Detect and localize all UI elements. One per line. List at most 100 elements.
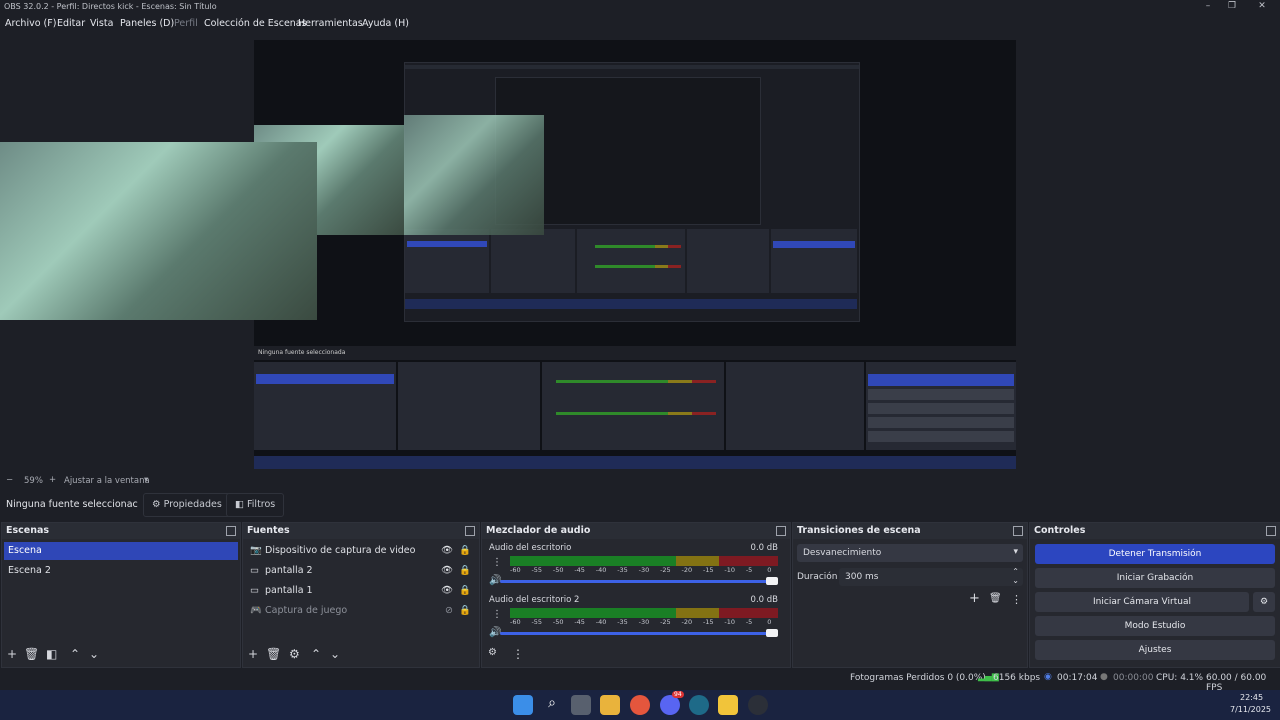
filter-icon: ◧	[235, 499, 244, 510]
source-name: Captura de juego	[265, 605, 348, 616]
scene-item[interactable]: Escena	[4, 542, 238, 560]
menu-scene-collection[interactable]: Colección de Escenas	[204, 18, 307, 29]
source-item[interactable]: ▭ pantalla 2 👁 🔒	[245, 562, 477, 580]
undock-icon[interactable]	[226, 526, 236, 536]
kebab-icon[interactable]: ⋮	[492, 609, 502, 620]
eye-icon[interactable]: 👁	[441, 562, 453, 580]
chevron-up-icon[interactable]: ⌃	[70, 647, 80, 661]
eye-icon[interactable]: 👁	[441, 542, 453, 560]
volume-slider[interactable]	[500, 577, 778, 585]
menu-help[interactable]: Ayuda (H)	[362, 18, 409, 29]
undock-icon[interactable]	[1266, 526, 1276, 536]
bitrate: 6156 kbps	[993, 673, 1041, 683]
trash-icon[interactable]: 🗑	[266, 647, 281, 661]
transition-select[interactable]: Desvanecimiento ▾	[797, 544, 1023, 562]
transitions-title: Transiciones de escena	[797, 525, 921, 536]
chevron-down-icon[interactable]: ⌄	[330, 647, 340, 661]
track-name: Audio del escritorio	[489, 543, 572, 553]
close-icon[interactable]: ✕	[1252, 1, 1272, 11]
start-recording-button[interactable]: Iniciar Grabación	[1035, 568, 1275, 588]
steam-icon[interactable]	[689, 695, 709, 715]
menu-view[interactable]: Vista	[90, 18, 113, 29]
source-item[interactable]: ▭ pantalla 1 👁 🔒	[245, 582, 477, 600]
trash-icon[interactable]: 🗑	[24, 647, 39, 661]
chevron-up-icon[interactable]: ⌃	[1012, 567, 1019, 576]
app-icon[interactable]	[718, 695, 738, 715]
zoom-in-button[interactable]: +	[49, 475, 56, 485]
scene-item[interactable]: Escena 2	[4, 562, 238, 580]
camera-icon: 📷	[250, 545, 262, 556]
zoom-out-button[interactable]: −	[6, 475, 13, 485]
lock-icon[interactable]: 🔒	[459, 602, 471, 620]
kebab-icon[interactable]: ⋮	[1011, 593, 1022, 606]
slider-handle[interactable]	[766, 577, 778, 585]
menu-profile[interactable]: Perfil	[174, 18, 198, 29]
preview-area[interactable]: Ninguna fuente seleccionada	[0, 34, 1280, 472]
volume-slider[interactable]	[500, 629, 778, 637]
menu-docks[interactable]: Paneles (D)	[120, 18, 174, 29]
gear-icon[interactable]: ⚙	[289, 647, 300, 661]
minimize-icon[interactable]: –	[1198, 1, 1218, 11]
undock-icon[interactable]	[465, 526, 475, 536]
sources-dock: Fuentes 📷 Dispositivo de captura de vide…	[242, 522, 480, 668]
file-explorer-icon[interactable]	[600, 695, 620, 715]
filter-icon[interactable]: ◧	[46, 647, 57, 661]
duration-stepper[interactable]: 300 ms ⌃ ⌄	[839, 567, 1023, 586]
lock-icon[interactable]: 🔒	[459, 562, 471, 580]
lock-icon[interactable]: 🔒	[459, 582, 471, 600]
maximize-icon[interactable]: ❐	[1222, 1, 1242, 11]
mixer-settings-icon[interactable]: ⚙	[488, 647, 497, 658]
eye-hidden-icon[interactable]: ⊘	[445, 602, 453, 620]
preview-canvas[interactable]: Ninguna fuente seleccionada	[254, 40, 1016, 469]
undock-icon[interactable]	[1013, 526, 1023, 536]
obs-icon[interactable]	[748, 695, 768, 715]
chevron-down-icon[interactable]: ⌄	[89, 647, 99, 661]
zoom-fit-label[interactable]: Ajustar a la ventana	[64, 476, 150, 486]
search-icon[interactable]: ⌕	[542, 695, 562, 715]
chevron-up-icon[interactable]: ⌃	[311, 647, 321, 661]
source-item[interactable]: 🎮 Captura de juego ⊘ 🔒	[245, 602, 477, 620]
menu-edit[interactable]: Editar	[57, 18, 85, 29]
sources-title: Fuentes	[247, 525, 290, 536]
windows-start-icon[interactable]	[513, 695, 533, 715]
discord-icon[interactable]: 94	[660, 691, 684, 715]
add-source-icon[interactable]: +	[248, 647, 258, 661]
filters-button[interactable]: ◧ Filtros	[226, 493, 285, 517]
source-item[interactable]: 📷 Dispositivo de captura de video 👁 🔒	[245, 542, 477, 560]
menu-file[interactable]: Archivo (F)	[5, 18, 56, 29]
source-toolbar: Ninguna fuente seleccionac ⚙ Propiedades…	[0, 490, 1280, 520]
webcam-feed	[0, 142, 317, 320]
task-view-icon[interactable]	[571, 695, 591, 715]
zoom-dropdown-icon[interactable]: ▾	[144, 475, 148, 485]
virtual-camera-settings-button[interactable]: ⚙	[1253, 592, 1275, 612]
controls-title: Controles	[1034, 525, 1086, 536]
stream-icon: ◉	[1044, 672, 1052, 682]
track-db: 0.0 dB	[750, 595, 778, 605]
studio-mode-button[interactable]: Modo Estudio	[1035, 616, 1275, 636]
cpu-usage: CPU: 4.1%	[1156, 673, 1204, 683]
properties-button[interactable]: ⚙ Propiedades	[143, 493, 231, 517]
undock-icon[interactable]	[776, 526, 786, 536]
eye-icon[interactable]: 👁	[441, 582, 453, 600]
record-icon: ●	[1100, 672, 1108, 682]
mixer-title: Mezclador de audio	[486, 525, 591, 536]
monitor-icon: ▭	[250, 565, 259, 576]
settings-button[interactable]: Ajustes	[1035, 640, 1275, 660]
record-time: 00:00:00	[1113, 673, 1154, 683]
trash-icon[interactable]: 🗑	[989, 593, 1002, 604]
no-source-label: Ninguna fuente seleccionac	[6, 499, 138, 510]
slider-handle[interactable]	[766, 629, 778, 637]
menu-tools[interactable]: Herramientas	[298, 18, 363, 29]
chevron-down-icon[interactable]: ⌄	[1012, 576, 1019, 585]
stop-stream-button[interactable]: Detener Transmisión	[1035, 544, 1275, 564]
start-virtual-camera-button[interactable]: Iniciar Cámara Virtual	[1035, 592, 1249, 612]
add-transition-icon[interactable]: +	[969, 591, 980, 606]
chrome-icon[interactable]	[630, 695, 650, 715]
add-scene-icon[interactable]: +	[7, 647, 17, 661]
transition-value: Desvanecimiento	[803, 548, 882, 558]
kebab-icon[interactable]: ⋮	[512, 647, 524, 661]
kebab-icon[interactable]: ⋮	[492, 557, 502, 568]
duration-label: Duración	[797, 572, 838, 582]
lock-icon[interactable]: 🔒	[459, 542, 471, 560]
window-title: OBS 32.0.2 - Perfil: Directos kick - Esc…	[4, 2, 217, 11]
